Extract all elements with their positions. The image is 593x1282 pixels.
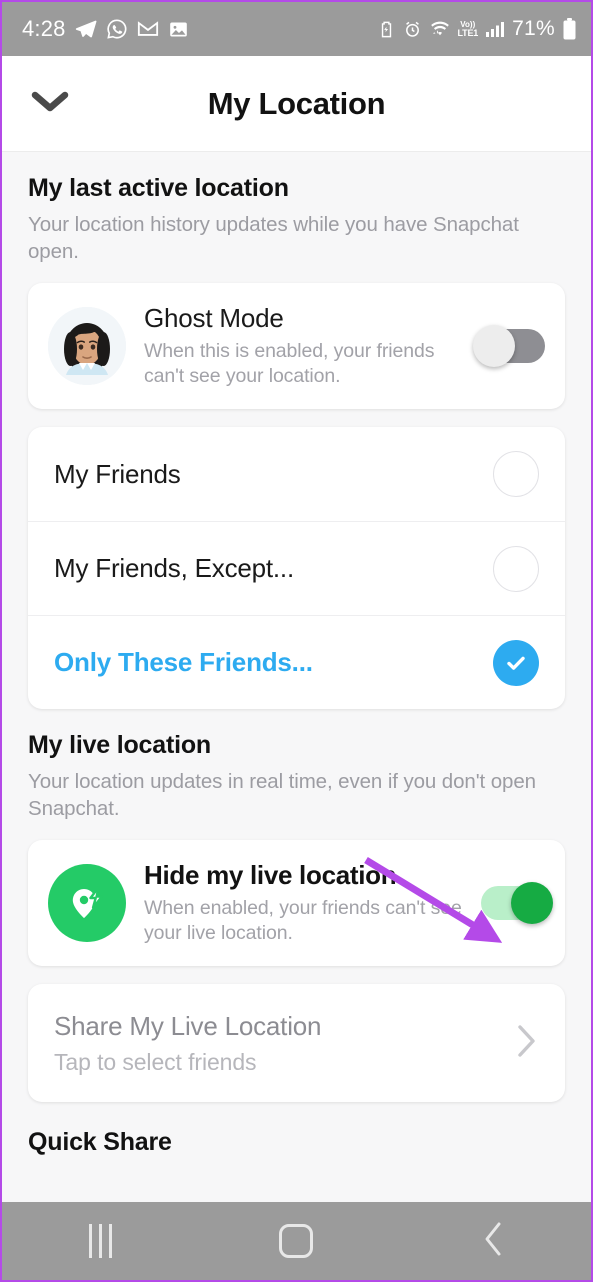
hide-live-location-texts: Hide my live location When enabled, your… [144, 860, 481, 947]
chevron-right-icon[interactable] [513, 1021, 539, 1066]
hide-live-location-card[interactable]: Hide my live location When enabled, your… [28, 840, 565, 967]
audience-options-card[interactable]: My Friends My Friends, Except... Only Th… [28, 427, 565, 710]
back-button[interactable] [433, 1202, 553, 1280]
option-label: My Friends, Except... [54, 553, 294, 584]
whatsapp-icon [106, 18, 128, 40]
ghost-mode-description: When this is enabled, your friends can't… [144, 339, 435, 388]
live-location-section-subtitle: Your location updates in real time, even… [28, 770, 536, 821]
hide-live-location-row[interactable]: Hide my live location When enabled, your… [28, 840, 565, 966]
option-label: Only These Friends... [54, 647, 313, 678]
hide-live-location-description: When enabled, your friends can't see you… [144, 896, 462, 945]
recents-icon [88, 1224, 112, 1258]
battery-icon [562, 18, 577, 40]
radio-unchecked-icon[interactable] [493, 545, 539, 592]
page-header: My Location [2, 56, 591, 152]
share-live-location-texts: Share My Live Location Tap to select fri… [54, 1010, 322, 1076]
home-icon [279, 1224, 314, 1258]
wifi-icon [429, 20, 451, 38]
live-location-pin-bolt-icon [48, 864, 126, 943]
telegram-icon [75, 18, 97, 40]
collapse-button[interactable] [2, 87, 98, 120]
battery-saver-icon [377, 20, 396, 39]
home-button[interactable] [236, 1202, 356, 1280]
chevron-down-icon [29, 87, 71, 120]
scroll-content[interactable]: My last active location Your location hi… [2, 152, 591, 1202]
ghost-mode-toggle-knob [473, 325, 515, 368]
live-location-section-title: My live location [28, 731, 211, 760]
option-my-friends[interactable]: My Friends [28, 427, 565, 521]
radio-checked-icon[interactable] [493, 639, 539, 686]
bitmoji-avatar[interactable] [48, 307, 126, 386]
gallery-icon [168, 19, 189, 40]
status-bar: 4:28 Vo)) LTE1 71% [2, 2, 591, 56]
share-live-location-row[interactable]: Share My Live Location Tap to select fri… [28, 984, 565, 1102]
alarm-icon [403, 20, 422, 39]
status-bar-left: 4:28 [22, 16, 189, 42]
status-bar-right: Vo)) LTE1 71% [377, 17, 577, 41]
option-my-friends-except[interactable]: My Friends, Except... [28, 521, 565, 615]
battery-percent: 71% [512, 17, 555, 40]
gmail-icon [137, 18, 159, 40]
android-navigation-bar [2, 1202, 591, 1280]
quick-share-section-title: Quick Share [28, 1128, 172, 1157]
last-active-section-subtitle: Your location history updates while you … [28, 213, 519, 264]
hide-live-location-toggle-knob [511, 882, 553, 925]
ghost-mode-card[interactable]: Ghost Mode When this is enabled, your fr… [28, 283, 565, 410]
recents-button[interactable] [40, 1202, 160, 1280]
radio-unchecked-icon[interactable] [493, 451, 539, 498]
option-label: My Friends [54, 458, 181, 489]
hide-live-location-toggle[interactable] [481, 882, 553, 925]
last-active-section-title: My last active location [28, 174, 289, 202]
ghost-mode-row[interactable]: Ghost Mode When this is enabled, your fr… [28, 283, 565, 409]
ghost-mode-toggle[interactable] [473, 325, 545, 368]
status-time: 4:28 [22, 16, 66, 41]
phone-screen: 4:28 Vo)) LTE1 71% My Location My last a… [0, 0, 593, 1282]
share-live-location-title: Share My Live Location [54, 1010, 322, 1041]
ghost-mode-texts: Ghost Mode When this is enabled, your fr… [144, 303, 481, 390]
option-only-these-friends[interactable]: Only These Friends... [28, 615, 565, 709]
share-live-location-card[interactable]: Share My Live Location Tap to select fri… [28, 984, 565, 1103]
back-chevron-icon [479, 1219, 507, 1264]
volte-icon: Vo)) LTE1 [457, 19, 479, 38]
share-live-location-subtitle: Tap to select friends [54, 1048, 257, 1075]
hide-live-location-title: Hide my live location [144, 859, 397, 890]
signal-icon [485, 20, 505, 38]
ghost-mode-title: Ghost Mode [144, 302, 284, 333]
